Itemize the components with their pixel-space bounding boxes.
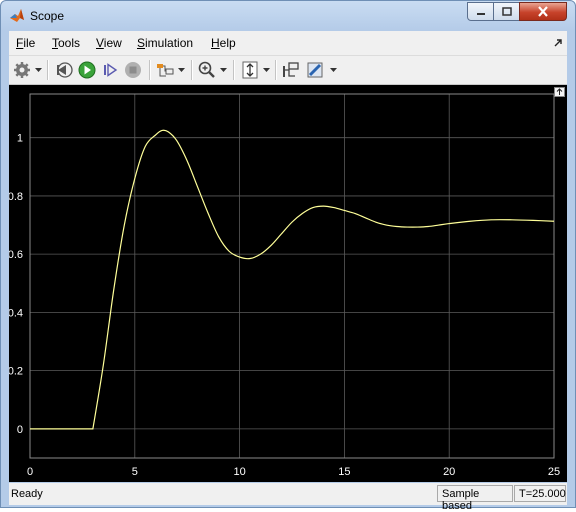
window-title: Scope (30, 9, 65, 23)
x-tick-label: 25 (548, 466, 560, 478)
scope-display[interactable]: 0 5 10 15 20 25 0 0.2 0.4 0.6 0.8 1 (8, 85, 567, 482)
signal-selector-icon[interactable] (155, 60, 175, 80)
scope-window: Scope File Tools View Simulation Help 0 … (0, 0, 576, 512)
signal-selector-dropdown-icon[interactable] (178, 66, 185, 73)
sample-mode-indicator: Sample based (437, 485, 513, 512)
y-tick-label: 0.2 (9, 366, 23, 378)
menu-help[interactable]: Help (211, 36, 236, 50)
gear-icon[interactable] (12, 60, 32, 80)
maximize-icon (501, 7, 512, 16)
x-tick-label: 5 (132, 466, 138, 478)
highlight-simulink-block-icon[interactable] (281, 60, 301, 80)
y-tick-label: 0.4 (9, 307, 23, 319)
status-bar: Ready Sample based T=25.000 (9, 483, 567, 512)
step-back-icon[interactable] (54, 60, 74, 80)
axes-box (29, 93, 555, 459)
stop-icon[interactable] (123, 60, 143, 80)
y-tick-label: 0.6 (9, 249, 23, 261)
scope-plot[interactable]: 0 5 10 15 20 25 0 0.2 0.4 0.6 0.8 1 (8, 85, 567, 482)
toolbar-separator (47, 60, 49, 80)
x-tick-label: 15 (338, 466, 350, 478)
x-tick-label: 0 (27, 466, 33, 478)
simulation-time: T=25.000 (514, 485, 566, 502)
run-icon[interactable] (77, 60, 97, 80)
zoom-dropdown-icon[interactable] (220, 66, 227, 73)
x-tick-label: 20 (443, 466, 455, 478)
step-forward-icon[interactable] (100, 60, 120, 80)
y-tick-label: 1 (17, 133, 23, 145)
zoom-in-icon[interactable] (197, 60, 217, 80)
close-button[interactable] (519, 2, 567, 21)
menu-bar: File Tools View Simulation Help (9, 31, 567, 56)
menu-view[interactable]: View (96, 36, 122, 50)
minimize-icon (476, 12, 485, 15)
scale-y-axis-icon[interactable] (240, 60, 260, 80)
scale-dropdown-icon[interactable] (263, 66, 270, 73)
style-dropdown-icon[interactable] (330, 66, 337, 73)
toolbar-separator (149, 60, 151, 80)
grid-layer (30, 94, 554, 458)
toolbar (9, 56, 567, 85)
y-tick-label: 0.8 (9, 191, 23, 203)
tick-labels: 0 5 10 15 20 25 0 0.2 0.4 0.6 0.8 1 (8, 133, 560, 478)
toolbar-separator (191, 60, 193, 80)
menu-simulation[interactable]: Simulation (137, 36, 193, 50)
undock-icon[interactable] (554, 87, 565, 97)
y-tick-label: 0 (17, 424, 23, 436)
title-bar[interactable]: Scope (1, 1, 575, 31)
matlab-logo-icon (10, 9, 24, 22)
style-icon[interactable] (305, 60, 325, 80)
settings-dropdown-icon[interactable] (35, 66, 42, 73)
signal-line (30, 129, 555, 430)
toolbar-separator (275, 60, 277, 80)
maximize-button[interactable] (493, 2, 520, 21)
minimize-button[interactable] (467, 2, 494, 21)
dock-arrow-icon[interactable] (554, 38, 563, 47)
status-state: Ready (11, 488, 43, 500)
x-tick-label: 10 (233, 466, 245, 478)
toolbar-separator (233, 60, 235, 80)
close-icon (538, 6, 548, 17)
menu-file[interactable]: File (16, 36, 35, 50)
menu-tools[interactable]: Tools (52, 36, 80, 50)
